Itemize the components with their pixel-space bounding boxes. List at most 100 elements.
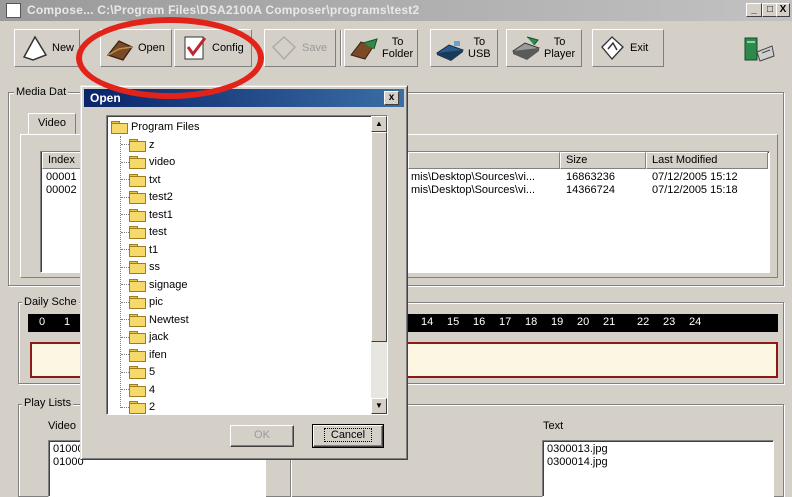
tree-scrollbar[interactable]: ▲ ▼ — [371, 116, 387, 414]
tree-item-label: signage — [149, 278, 188, 291]
tab-video[interactable]: Video — [28, 113, 76, 135]
media-database-title: Media Dat — [14, 86, 69, 98]
close-window-button[interactable]: X — [776, 3, 790, 17]
dialog-close-button[interactable]: x — [384, 91, 399, 105]
save-label: Save — [302, 42, 328, 54]
tree-connector — [121, 319, 129, 320]
hour-label: 21 — [603, 316, 616, 328]
scroll-thumb[interactable] — [371, 132, 387, 342]
row-2-modified[interactable]: 07/12/2005 15:18 — [652, 184, 738, 197]
hour-label: 18 — [525, 316, 538, 328]
to-player-label-1: To — [553, 36, 566, 48]
folder-icon — [129, 296, 146, 309]
tree-item-folder[interactable]: test1 — [129, 206, 173, 223]
tree-item-label: 5 — [149, 366, 156, 378]
list-item[interactable]: 0300014.jpg — [547, 456, 769, 469]
tree-item-folder[interactable]: txt — [129, 171, 161, 188]
video-playlist-label: Video — [48, 420, 76, 432]
tree-item-folder[interactable]: ifen — [129, 346, 167, 363]
tree-item-folder[interactable]: 5 — [129, 364, 155, 381]
hour-label: 15 — [447, 316, 460, 328]
tree-connector — [121, 336, 129, 338]
hour-label: 24 — [689, 316, 702, 328]
folder-icon — [129, 173, 146, 187]
row-1-size[interactable]: 16863236 — [566, 171, 615, 184]
app-icon — [6, 3, 21, 18]
open-folder-icon — [111, 120, 128, 134]
folder-icon — [129, 331, 146, 344]
new-button[interactable]: New — [14, 29, 80, 67]
open-dialog: Open x Program Files z video txt test2 test1… — [80, 85, 408, 460]
row-2-index[interactable]: 00002 — [46, 184, 77, 197]
hour-label: 20 — [577, 316, 590, 328]
tree-item-label: 2 — [149, 401, 156, 413]
folder-icon — [129, 383, 146, 397]
tree-item-folder[interactable]: jack — [129, 329, 169, 346]
tree-item-label: 4 — [149, 383, 156, 396]
exit-button[interactable]: Exit — [592, 29, 664, 67]
tree-connector — [121, 196, 129, 198]
tree-item-folder[interactable]: signage — [129, 276, 188, 293]
tree-connector — [121, 179, 129, 180]
tree-item-label: ss — [149, 261, 160, 273]
folder-icon — [129, 191, 146, 204]
row-2-size[interactable]: 14366724 — [566, 184, 615, 197]
tree-item-label: t1 — [149, 243, 159, 256]
minimize-button[interactable]: _ — [746, 3, 762, 17]
row-1-modified[interactable]: 07/12/2005 15:12 — [652, 171, 738, 184]
scroll-up-button[interactable]: ▲ — [371, 116, 387, 132]
tree-item-folder[interactable]: video — [129, 154, 175, 171]
tree-connector — [121, 214, 129, 215]
row-1-index[interactable]: 00001 — [46, 171, 77, 184]
tree-connector — [121, 266, 129, 268]
hour-label: 19 — [551, 316, 564, 328]
tree-connector — [121, 161, 129, 163]
to-player-button[interactable]: To Player — [506, 29, 582, 67]
to-usb-button[interactable]: To USB — [430, 29, 498, 67]
save-button[interactable]: Save — [264, 29, 336, 67]
tree-item-folder[interactable]: test2 — [129, 189, 173, 206]
to-usb-label-2: USB — [468, 48, 491, 60]
tree-item-label: Program Files — [131, 120, 200, 133]
main-title-bar: Compose... C:\Program Files\DSA2100A Com… — [0, 0, 792, 21]
folder-icon — [129, 156, 146, 169]
folder-icon — [129, 261, 146, 274]
scroll-down-button[interactable]: ▼ — [371, 398, 387, 414]
toolbar-separator — [340, 30, 342, 66]
daily-schedule-title: Daily Sche — [22, 296, 79, 308]
tree-item-folder[interactable]: test — [129, 224, 167, 241]
folder-icon — [129, 138, 146, 152]
network-status-icon — [742, 34, 776, 64]
to-folder-icon — [349, 33, 379, 63]
tree-item-folder[interactable]: ss — [129, 259, 160, 276]
tree-item-folder[interactable]: Newtest — [129, 311, 189, 328]
folder-icon — [129, 366, 146, 379]
list-item[interactable]: 0300013.jpg — [547, 443, 769, 456]
hour-label: 16 — [473, 316, 486, 328]
row-1-path[interactable]: mis\Desktop\Sources\vi... — [411, 171, 535, 184]
tree-item-folder[interactable]: pic — [129, 294, 163, 311]
tree-item-folder[interactable]: t1 — [129, 241, 158, 258]
text-playlist[interactable]: 0300013.jpg 0300014.jpg — [542, 440, 774, 497]
tree-item-label: jack — [149, 331, 169, 343]
exit-label: Exit — [630, 42, 649, 54]
column-header-path[interactable] — [408, 152, 560, 169]
cancel-button[interactable]: Cancel — [312, 424, 384, 448]
tree-item-root[interactable]: Program Files — [111, 118, 199, 135]
row-2-path[interactable]: mis\Desktop\Sources\vi... — [411, 184, 535, 197]
tree-item-folder[interactable]: 4 — [129, 381, 155, 398]
to-usb-label-1: To — [473, 36, 486, 48]
column-header-last-modified[interactable]: Last Modified — [646, 152, 768, 169]
tree-item-folder[interactable]: z — [129, 136, 155, 153]
cancel-label: Cancel — [323, 428, 373, 442]
to-folder-label-2: Folder — [382, 48, 414, 60]
tree-connector — [121, 301, 129, 303]
ok-button[interactable]: OK — [230, 425, 294, 447]
tree-item-folder[interactable]: 2 — [129, 399, 155, 416]
column-header-size[interactable]: Size — [560, 152, 646, 169]
to-folder-button[interactable]: To Folder — [344, 29, 418, 67]
tree-item-label: test2 — [149, 191, 173, 203]
hour-label: 23 — [663, 316, 676, 328]
to-player-label-2: Player — [544, 48, 576, 60]
folder-tree[interactable]: Program Files z video txt test2 test1 test t1 s… — [106, 115, 388, 415]
